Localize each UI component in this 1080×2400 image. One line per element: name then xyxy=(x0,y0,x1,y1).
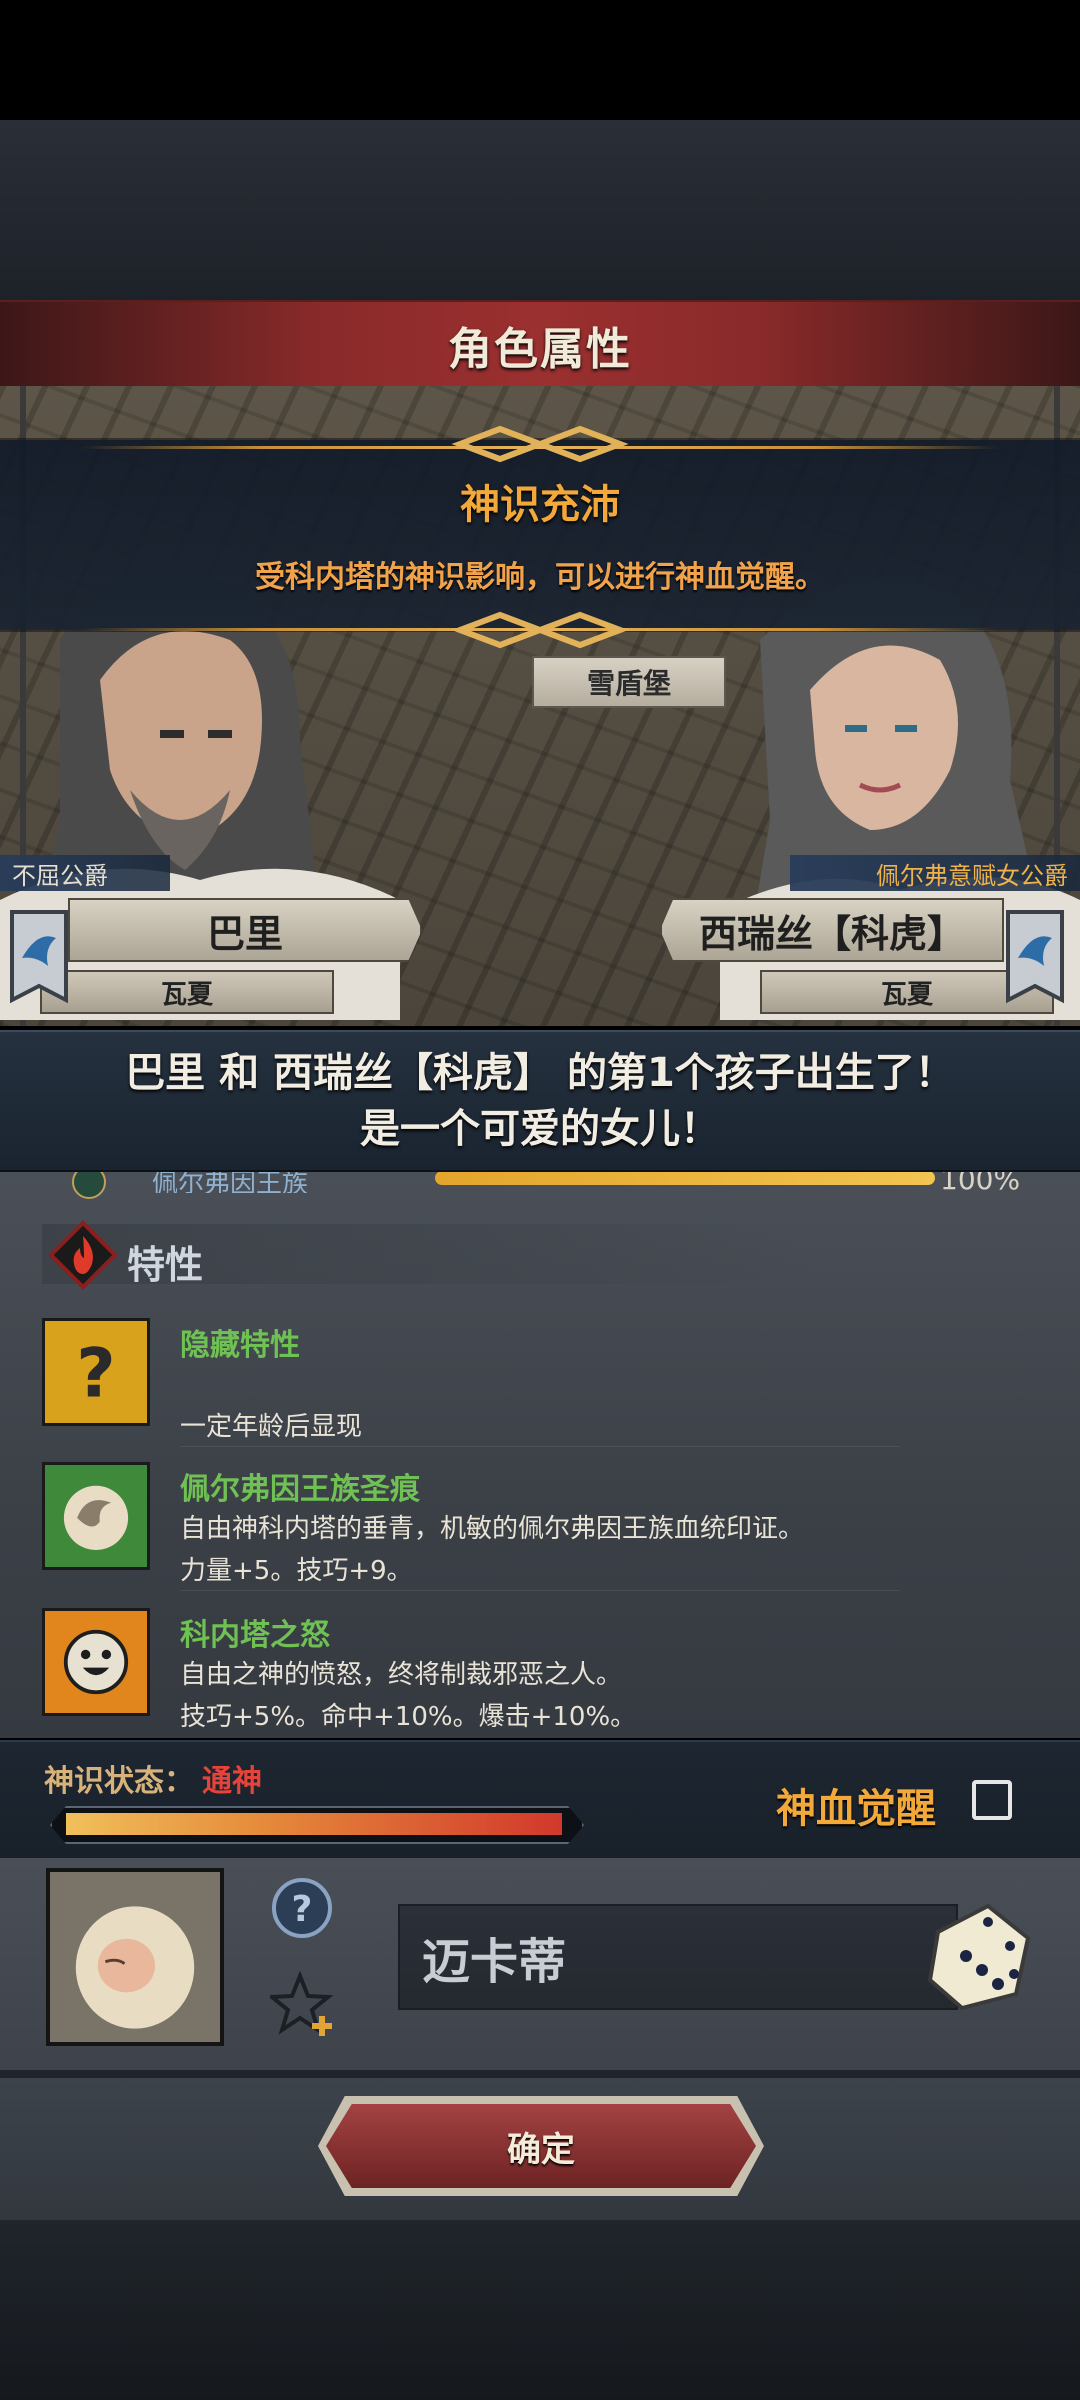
swirl-mark-icon xyxy=(42,1462,150,1570)
trait-name: 科内塔之怒 xyxy=(180,1618,330,1653)
section-divider xyxy=(0,2070,1080,2078)
trait-effect: 力量+5。技巧+9。 xyxy=(180,1556,413,1586)
birth-announcement: 巴里 和 西瑞丝【科虎】 的第1个孩子出生了！ 是一个可爱的女儿！ xyxy=(0,1030,1080,1172)
trait-item[interactable]: ? 隐藏特性 一定年龄后显现 xyxy=(42,1318,1042,1458)
trait-name: 佩尔弗因王族圣痕 xyxy=(180,1472,420,1507)
child-name-input[interactable]: 迈卡蒂 xyxy=(398,1904,958,2010)
traits-header: 特性 xyxy=(42,1224,822,1287)
bird-banner-icon xyxy=(1006,910,1064,1004)
location-plate: 雪盾堡 xyxy=(532,656,726,708)
help-icon[interactable]: ? xyxy=(270,1876,334,1940)
svg-text:?: ? xyxy=(292,1889,313,1930)
trait-description: 自由之神的愤怒，终将制裁邪恶之人。 xyxy=(180,1660,623,1690)
title-banner: 角色属性 xyxy=(0,300,1080,390)
bird-banner-icon xyxy=(10,910,68,1004)
smiley-sun-icon xyxy=(42,1608,150,1716)
mother-rank: 佩尔弗意赋女公爵 xyxy=(790,855,1080,891)
notification-title: 神识充沛 xyxy=(460,482,620,528)
father-name-plate[interactable]: 巴里 xyxy=(68,898,422,962)
announcement-line-1: 巴里 和 西瑞丝【科虎】 的第1个孩子出生了！ xyxy=(125,1050,955,1096)
father-house-plate: 瓦夏 xyxy=(40,970,334,1014)
ornament-bottom-icon xyxy=(451,611,629,649)
blood-awaken-checkbox[interactable] xyxy=(972,1780,1012,1820)
page-title: 角色属性 xyxy=(448,324,632,375)
father-rank: 不屈公爵 xyxy=(0,855,170,891)
trait-effect: 技巧+5%。命中+10%。爆击+10%。 xyxy=(180,1702,637,1732)
divine-status-value: 通神 xyxy=(202,1764,262,1799)
notification-description: 受科内塔的神识影响，可以进行神血觉醒。 xyxy=(255,560,825,595)
trait-separator xyxy=(180,1446,900,1447)
mother-name: 西瑞丝【科虎】 xyxy=(698,911,965,956)
add-favorite-star-icon[interactable] xyxy=(270,1970,338,2038)
trait-name: 隐藏特性 xyxy=(180,1328,300,1363)
trait-effect: 一定年龄后显现 xyxy=(180,1412,363,1442)
question-mark-icon: ? xyxy=(42,1318,150,1426)
divine-status-fill xyxy=(66,1813,562,1835)
father-house: 瓦夏 xyxy=(160,979,213,1010)
random-dice-icon[interactable] xyxy=(918,1896,1038,2016)
status-bar-area xyxy=(0,0,1080,120)
trait-separator xyxy=(180,1590,900,1591)
confirm-button[interactable]: 确定 xyxy=(326,2104,756,2188)
location-name: 雪盾堡 xyxy=(586,667,671,700)
blood-awaken-label: 神血觉醒 xyxy=(776,1786,936,1832)
notification-panel xyxy=(0,440,1080,630)
confirm-label: 确定 xyxy=(507,2129,575,2170)
bottom-backdrop xyxy=(0,2220,1080,2400)
trait-item[interactable]: 佩尔弗因王族圣痕 自由神科内塔的垂青，机敏的佩尔弗因王族血统印证。 力量+5。技… xyxy=(42,1462,1042,1602)
divine-status-label: 神识状态： xyxy=(44,1764,194,1799)
top-backdrop xyxy=(0,120,1080,300)
announcement-line-2: 是一个可爱的女儿！ xyxy=(360,1106,720,1152)
child-portrait xyxy=(46,1868,224,2046)
mother-house: 瓦夏 xyxy=(880,979,933,1010)
trait-item[interactable]: 科内塔之怒 自由之神的愤怒，终将制裁邪恶之人。 技巧+5%。命中+10%。爆击+… xyxy=(42,1608,1042,1748)
trait-description: 自由神科内塔的垂青，机敏的佩尔弗因王族血统印证。 xyxy=(180,1514,805,1544)
clan-progress-bar xyxy=(435,1171,935,1185)
svg-text:?: ? xyxy=(76,1335,115,1414)
traits-title: 特性 xyxy=(127,1243,204,1287)
flame-diamond-icon xyxy=(48,1220,118,1290)
ornament-top-icon xyxy=(451,425,629,463)
father-name: 巴里 xyxy=(206,911,283,956)
mother-name-plate[interactable]: 西瑞丝【科虎】 xyxy=(660,898,1004,962)
